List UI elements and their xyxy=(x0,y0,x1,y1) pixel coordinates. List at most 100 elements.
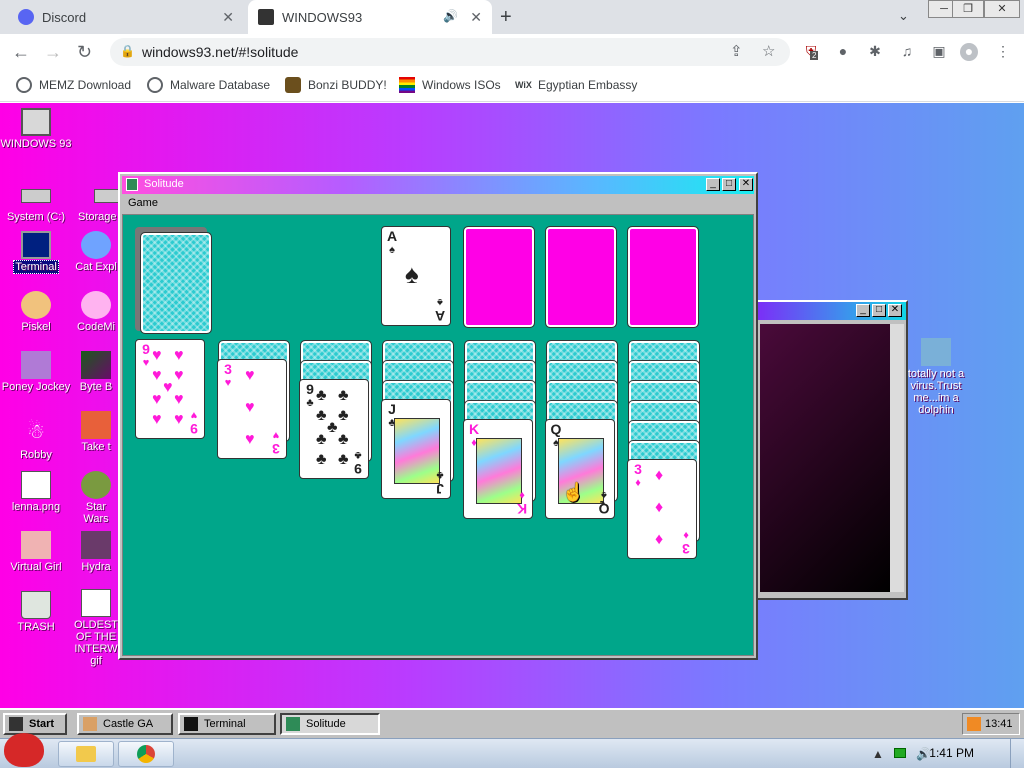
tableau-card-col2[interactable]: 3 ♥ ♥ ♥ ♥ 3 ♥ xyxy=(217,359,287,459)
tableau-card-col5[interactable]: K ♦ K ♦ xyxy=(463,419,533,519)
bookmark-memz[interactable]: MEMZ Download xyxy=(16,77,131,93)
foundation-slot-2[interactable] xyxy=(463,226,535,328)
foundation-card-1[interactable]: A ♠ ♠ A ♠ xyxy=(381,226,451,326)
restore-window-button[interactable]: ❐ xyxy=(952,0,984,18)
ublock-extension-icon[interactable]: ⛨2 xyxy=(802,43,820,61)
tab-search-icon[interactable]: ⌄ xyxy=(898,8,909,24)
tray-arrow-icon[interactable]: ▲ xyxy=(872,747,884,761)
desktop-icon-robby[interactable]: ☃ Robby xyxy=(0,419,72,461)
desktop-icon-terminal[interactable]: Terminal xyxy=(0,231,72,274)
window-title: Solitude xyxy=(144,178,184,190)
desktop-icon-cat-explorer[interactable]: Cat Expl xyxy=(72,231,120,273)
stock-pile[interactable] xyxy=(140,232,212,334)
extensions-puzzle-icon[interactable]: ✱ xyxy=(866,43,884,61)
show-desktop-button[interactable] xyxy=(1010,739,1024,768)
desktop-icon-codemirror[interactable]: CodeMi xyxy=(72,291,120,333)
solitude-titlebar[interactable]: Solitude _ □ ✕ xyxy=(122,176,754,194)
desktop-icon-virtual-girl[interactable]: Virtual Girl xyxy=(0,531,72,573)
tableau-card-col6[interactable]: Q ♠ Q ♠ ☝ xyxy=(545,419,615,519)
start-button[interactable]: Start xyxy=(3,713,67,735)
tableau-card-col4[interactable]: J ♣ J ♣ xyxy=(381,399,451,499)
lock-icon[interactable]: 🔒 xyxy=(120,44,135,58)
folder-icon xyxy=(76,746,96,762)
tableau-card-col3[interactable]: 9 ♣ ♣ ♣ ♣ ♣ ♣ ♣ ♣ ♣ ♣ 9 ♣ xyxy=(299,379,369,479)
solitude-app-icon xyxy=(126,178,138,191)
foundation-slot-3[interactable] xyxy=(545,226,617,328)
close-window-button[interactable]: ✕ xyxy=(984,0,1020,18)
tab-discord[interactable]: Discord ✕ xyxy=(8,0,244,34)
menu-kebab-icon[interactable]: ⋮ xyxy=(994,43,1012,61)
taskbar-item-castle[interactable]: Castle GA xyxy=(77,713,173,735)
close-button[interactable]: ✕ xyxy=(888,304,902,317)
desktop-icon-storage[interactable]: Storage xyxy=(70,181,120,223)
dolphin-icon xyxy=(921,338,951,366)
profile-avatar-icon[interactable]: ● xyxy=(960,43,978,61)
bookmark-bonzi-buddy[interactable]: Bonzi BUDDY! xyxy=(285,77,387,93)
stick-figure-icon: ☃ xyxy=(27,421,45,443)
close-tab-icon[interactable]: ✕ xyxy=(470,9,482,26)
background-window[interactable]: _ □ ✕ xyxy=(756,300,908,600)
desktop-icon-system-c[interactable]: System (C:) xyxy=(0,181,72,223)
extension-badge: 2 xyxy=(810,51,819,60)
background-window-titlebar[interactable]: _ □ ✕ xyxy=(758,302,906,320)
desktop-icon-lenna[interactable]: lenna.png xyxy=(0,471,72,513)
close-tab-icon[interactable]: ✕ xyxy=(222,9,234,26)
desktop-icon-poney-jockey[interactable]: Poney Jockey xyxy=(0,351,72,393)
taskbar-item-solitude[interactable]: Solitude xyxy=(280,713,380,735)
desktop-icon-oldest-gif[interactable]: OLDEST OF THE INTERW gif xyxy=(72,589,120,667)
network-icon[interactable] xyxy=(894,748,906,758)
share-icon[interactable]: ⇪ xyxy=(730,42,743,60)
side-panel-icon[interactable]: ▣ xyxy=(930,43,948,61)
tab-windows93[interactable]: WINDOWS93 🔊 ✕ xyxy=(248,0,492,34)
solitude-window[interactable]: Solitude _ □ ✕ Game A ♠ ♠ A ♠ 9 ♥ ♥ ♥ ♥ … xyxy=(118,172,758,660)
forward-button[interactable]: → xyxy=(44,42,62,63)
windows93-icon xyxy=(258,9,274,25)
bookmark-star-icon[interactable]: ☆ xyxy=(762,42,775,60)
desktop-icon-star-wars[interactable]: Star Wars xyxy=(72,471,120,525)
drive-icon xyxy=(21,189,51,203)
desktop-icon-take[interactable]: Take t xyxy=(72,411,120,453)
desktop-icon-dolphin[interactable]: totally not a virus.Trust me...im a dolp… xyxy=(904,338,968,416)
bookmark-windows-isos[interactable]: Windows ISOs xyxy=(399,77,501,93)
tableau-card-col1[interactable]: 9 ♥ ♥ ♥ ♥ ♥ ♥ ♥ ♥ ♥ ♥ 9 ♥ xyxy=(135,339,205,439)
file-explorer-button[interactable] xyxy=(58,741,114,767)
desktop-icon-hydra[interactable]: Hydra xyxy=(72,531,120,573)
minimize-button[interactable]: _ xyxy=(706,178,720,191)
minimize-button[interactable]: _ xyxy=(856,304,870,317)
rss-icon[interactable] xyxy=(967,717,981,731)
media-control-icon[interactable]: ♫ xyxy=(898,43,916,61)
tab-title: WINDOWS93 xyxy=(282,9,363,25)
tab-title: Discord xyxy=(42,9,87,25)
address-bar[interactable]: 🔒 windows93.net/#!solitude ⇪ ☆ xyxy=(110,38,790,66)
desktop-icon-byte-beat[interactable]: Byte B xyxy=(72,351,120,393)
maximize-button[interactable]: □ xyxy=(872,304,886,317)
desktop-icon-windows93[interactable]: WINDOWS 93 xyxy=(0,108,72,150)
close-button[interactable]: ✕ xyxy=(739,178,753,191)
desktop-icon-trash[interactable]: TRASH xyxy=(0,591,72,633)
wix-icon: WiX xyxy=(515,80,532,90)
trash-icon xyxy=(21,591,51,619)
discord-icon xyxy=(18,9,34,25)
menu-game[interactable]: Game xyxy=(128,197,158,209)
maximize-button[interactable]: □ xyxy=(722,178,736,191)
reload-button[interactable]: ↻ xyxy=(77,42,92,63)
yoda-icon xyxy=(81,471,111,499)
pony-icon xyxy=(21,351,51,379)
system-tray: 13:41 xyxy=(962,713,1020,735)
foundation-slot-4[interactable] xyxy=(627,226,699,328)
image-file-icon xyxy=(21,471,51,499)
scrollbar[interactable] xyxy=(890,324,904,592)
audio-icon[interactable]: 🔊 xyxy=(443,9,458,23)
angry-bird-icon[interactable] xyxy=(4,733,44,767)
bookmark-egyptian-embassy[interactable]: WiX Egyptian Embassy xyxy=(515,77,637,93)
taskbar-item-terminal[interactable]: Terminal xyxy=(178,713,276,735)
new-tab-button[interactable]: + xyxy=(500,6,512,29)
flag-extension-icon[interactable]: ● xyxy=(834,43,852,61)
chrome-button[interactable] xyxy=(118,741,174,767)
hydra-icon xyxy=(81,531,111,559)
computer-icon xyxy=(21,108,51,136)
tableau-card-col7[interactable]: 3 ♦ ♦ ♦ ♦ 3 ♦ xyxy=(627,459,697,559)
bookmark-malware-database[interactable]: Malware Database xyxy=(147,77,270,93)
desktop-icon-piskel[interactable]: Piskel xyxy=(0,291,72,333)
back-button[interactable]: ← xyxy=(12,42,30,63)
